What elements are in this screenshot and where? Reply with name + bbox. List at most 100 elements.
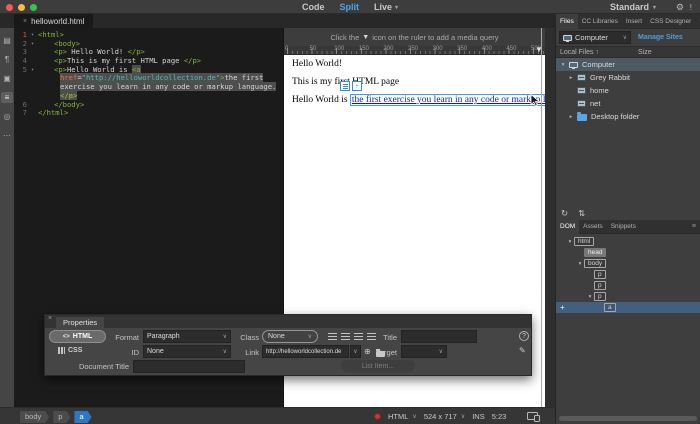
tag-chip-a[interactable]: a (74, 411, 91, 423)
code-line: 7</html> (14, 109, 283, 118)
format-select[interactable]: Paragraph∨ (143, 330, 231, 343)
gear-icon[interactable]: ⚙ (676, 0, 684, 14)
code-options-icon[interactable]: ≡ (1, 92, 13, 103)
dom-tree-item[interactable]: p (556, 280, 700, 291)
code-view-button[interactable]: Code (302, 2, 325, 12)
link-label: Link (239, 348, 259, 357)
ruler-label: 0 (285, 46, 288, 52)
dom-tree-item[interactable]: ▾p (556, 291, 700, 302)
size-header[interactable]: Size (638, 49, 652, 56)
title-input[interactable] (401, 330, 477, 343)
notification-icon[interactable]: ! (690, 0, 692, 14)
target-icon[interactable]: ◎ (1, 111, 13, 122)
tab-cc-libraries[interactable]: CC Libraries (578, 14, 622, 29)
dom-tree-item[interactable]: head (556, 247, 700, 258)
page-paragraph[interactable]: Hello World! (292, 59, 342, 69)
html-properties-button[interactable]: <>HTML (49, 330, 106, 343)
manage-sites-link[interactable]: Manage Sites (638, 34, 683, 41)
ordered-list-icon[interactable] (341, 333, 350, 340)
tree-arrow-icon[interactable]: ▸ (567, 75, 575, 81)
tab-dom[interactable]: DOM (556, 219, 579, 234)
dom-tree-item[interactable]: p (556, 269, 700, 280)
tree-arrow-icon[interactable]: ▾ (566, 239, 574, 245)
document-tab[interactable]: × helloworld.html (14, 14, 93, 28)
unordered-list-icon[interactable] (328, 333, 337, 340)
indent-icon[interactable] (354, 333, 363, 340)
dom-node-head[interactable]: head (584, 248, 606, 257)
hint-text: Click the (330, 33, 359, 42)
media-query-marker-icon[interactable]: ▼ (535, 45, 543, 54)
dom-node-p[interactable]: p (594, 292, 606, 301)
document-title-input[interactable] (133, 360, 245, 373)
tree-arrow-icon[interactable]: ▾ (559, 62, 567, 68)
fold-gutter (27, 74, 38, 83)
dom-tree-item[interactable]: +a (556, 302, 700, 313)
dom-node-a[interactable]: a (604, 303, 616, 312)
add-icon[interactable]: + (352, 81, 362, 91)
fold-caret-icon[interactable]: ▾ (27, 31, 38, 40)
split-view-button[interactable]: Split (339, 2, 359, 12)
error-indicator-icon[interactable] (374, 413, 381, 420)
device-preview-icon[interactable] (527, 412, 540, 422)
chevron-down-icon: ∨ (461, 413, 465, 420)
class-select[interactable]: None∨ (262, 330, 318, 343)
tab-insert[interactable]: Insert (622, 14, 646, 29)
link-history-dropdown[interactable]: ∨ (350, 345, 361, 358)
workspace-switcher[interactable]: Standard▾ (610, 0, 656, 14)
fold-caret-icon[interactable]: ▾ (27, 40, 38, 49)
tab-css-designer[interactable]: CSS Designer (646, 14, 695, 29)
file-tree-item[interactable]: ▸Grey Rabbit (556, 71, 700, 84)
file-tree-item[interactable]: home (556, 84, 700, 97)
local-files-header[interactable]: Local Files ↑ (560, 49, 599, 56)
list-item-button[interactable]: List Item... (341, 360, 415, 372)
close-tab-icon[interactable]: × (23, 18, 27, 25)
code-text: </html> (38, 109, 68, 118)
ruler[interactable]: 050100150200250300350400450500 (284, 46, 545, 55)
tree-arrow-icon[interactable]: ▸ (567, 114, 575, 120)
file-tree-label: Desktop folder (591, 112, 639, 121)
panel-divider[interactable] (545, 28, 555, 407)
help-icon[interactable]: ? (519, 331, 529, 341)
edit-icon[interactable]: ✎ (519, 346, 526, 355)
dom-node-p[interactable]: p (594, 270, 606, 279)
dom-node-body[interactable]: body (584, 259, 606, 268)
line-number (14, 74, 27, 83)
tree-arrow-icon[interactable]: ▾ (576, 261, 584, 267)
panel-menu-icon[interactable]: ≡ (688, 223, 700, 230)
dom-node-html[interactable]: html (574, 237, 594, 246)
file-tree-item[interactable]: ▾Computer (556, 58, 700, 71)
doctype-dropdown[interactable]: HTML∨ (388, 412, 417, 421)
open-documents-icon[interactable]: ▤ (1, 35, 13, 46)
live-view-button[interactable]: Live▾ (374, 2, 398, 12)
dom-tree-item[interactable]: ▾html (556, 236, 700, 247)
add-element-icon[interactable]: + (560, 303, 565, 312)
css-properties-button[interactable]: CSS (58, 347, 82, 354)
horizontal-scrollbar[interactable] (559, 416, 697, 421)
file-tree-item[interactable]: ▸ Desktop folder (556, 110, 700, 123)
panel-menu-icon[interactable]: ≡ (695, 18, 700, 25)
tab-snippets[interactable]: Snippets (607, 219, 640, 234)
properties-tab[interactable]: Properties (56, 317, 104, 328)
chevron-down-icon: ∨ (223, 348, 227, 355)
window-size-dropdown[interactable]: 524 x 717∨ (424, 412, 465, 421)
tab-assets[interactable]: Assets (579, 219, 607, 234)
tag-chip-p[interactable]: p (53, 411, 70, 423)
target-select[interactable]: ∨ (401, 345, 447, 358)
close-icon[interactable]: × (48, 315, 52, 322)
site-dropdown[interactable]: Computer ∨ (559, 31, 631, 44)
sort-up-icon: ↑ (595, 49, 599, 56)
window-icon[interactable]: ▣ (1, 73, 13, 84)
files-tree: ▾Computer▸Grey Rabbithomenet ▸ Desktop fol… (556, 58, 700, 123)
fold-caret-icon[interactable]: ▾ (27, 66, 38, 75)
tag-chip-body[interactable]: body (20, 411, 49, 423)
hamburger-icon[interactable] (340, 81, 350, 91)
more-tools-icon[interactable]: ⋯ (1, 130, 13, 141)
dom-tree-item[interactable]: ▾body (556, 258, 700, 269)
tab-files[interactable]: Files (556, 14, 578, 29)
id-select[interactable]: None∨ (143, 345, 231, 358)
link-input[interactable]: http://helloworldcollection.de (262, 345, 349, 358)
format-source-icon[interactable]: ¶ (1, 54, 13, 65)
dom-node-p[interactable]: p (594, 281, 606, 290)
tree-arrow-icon[interactable]: ▾ (586, 294, 594, 300)
file-tree-item[interactable]: net (556, 97, 700, 110)
